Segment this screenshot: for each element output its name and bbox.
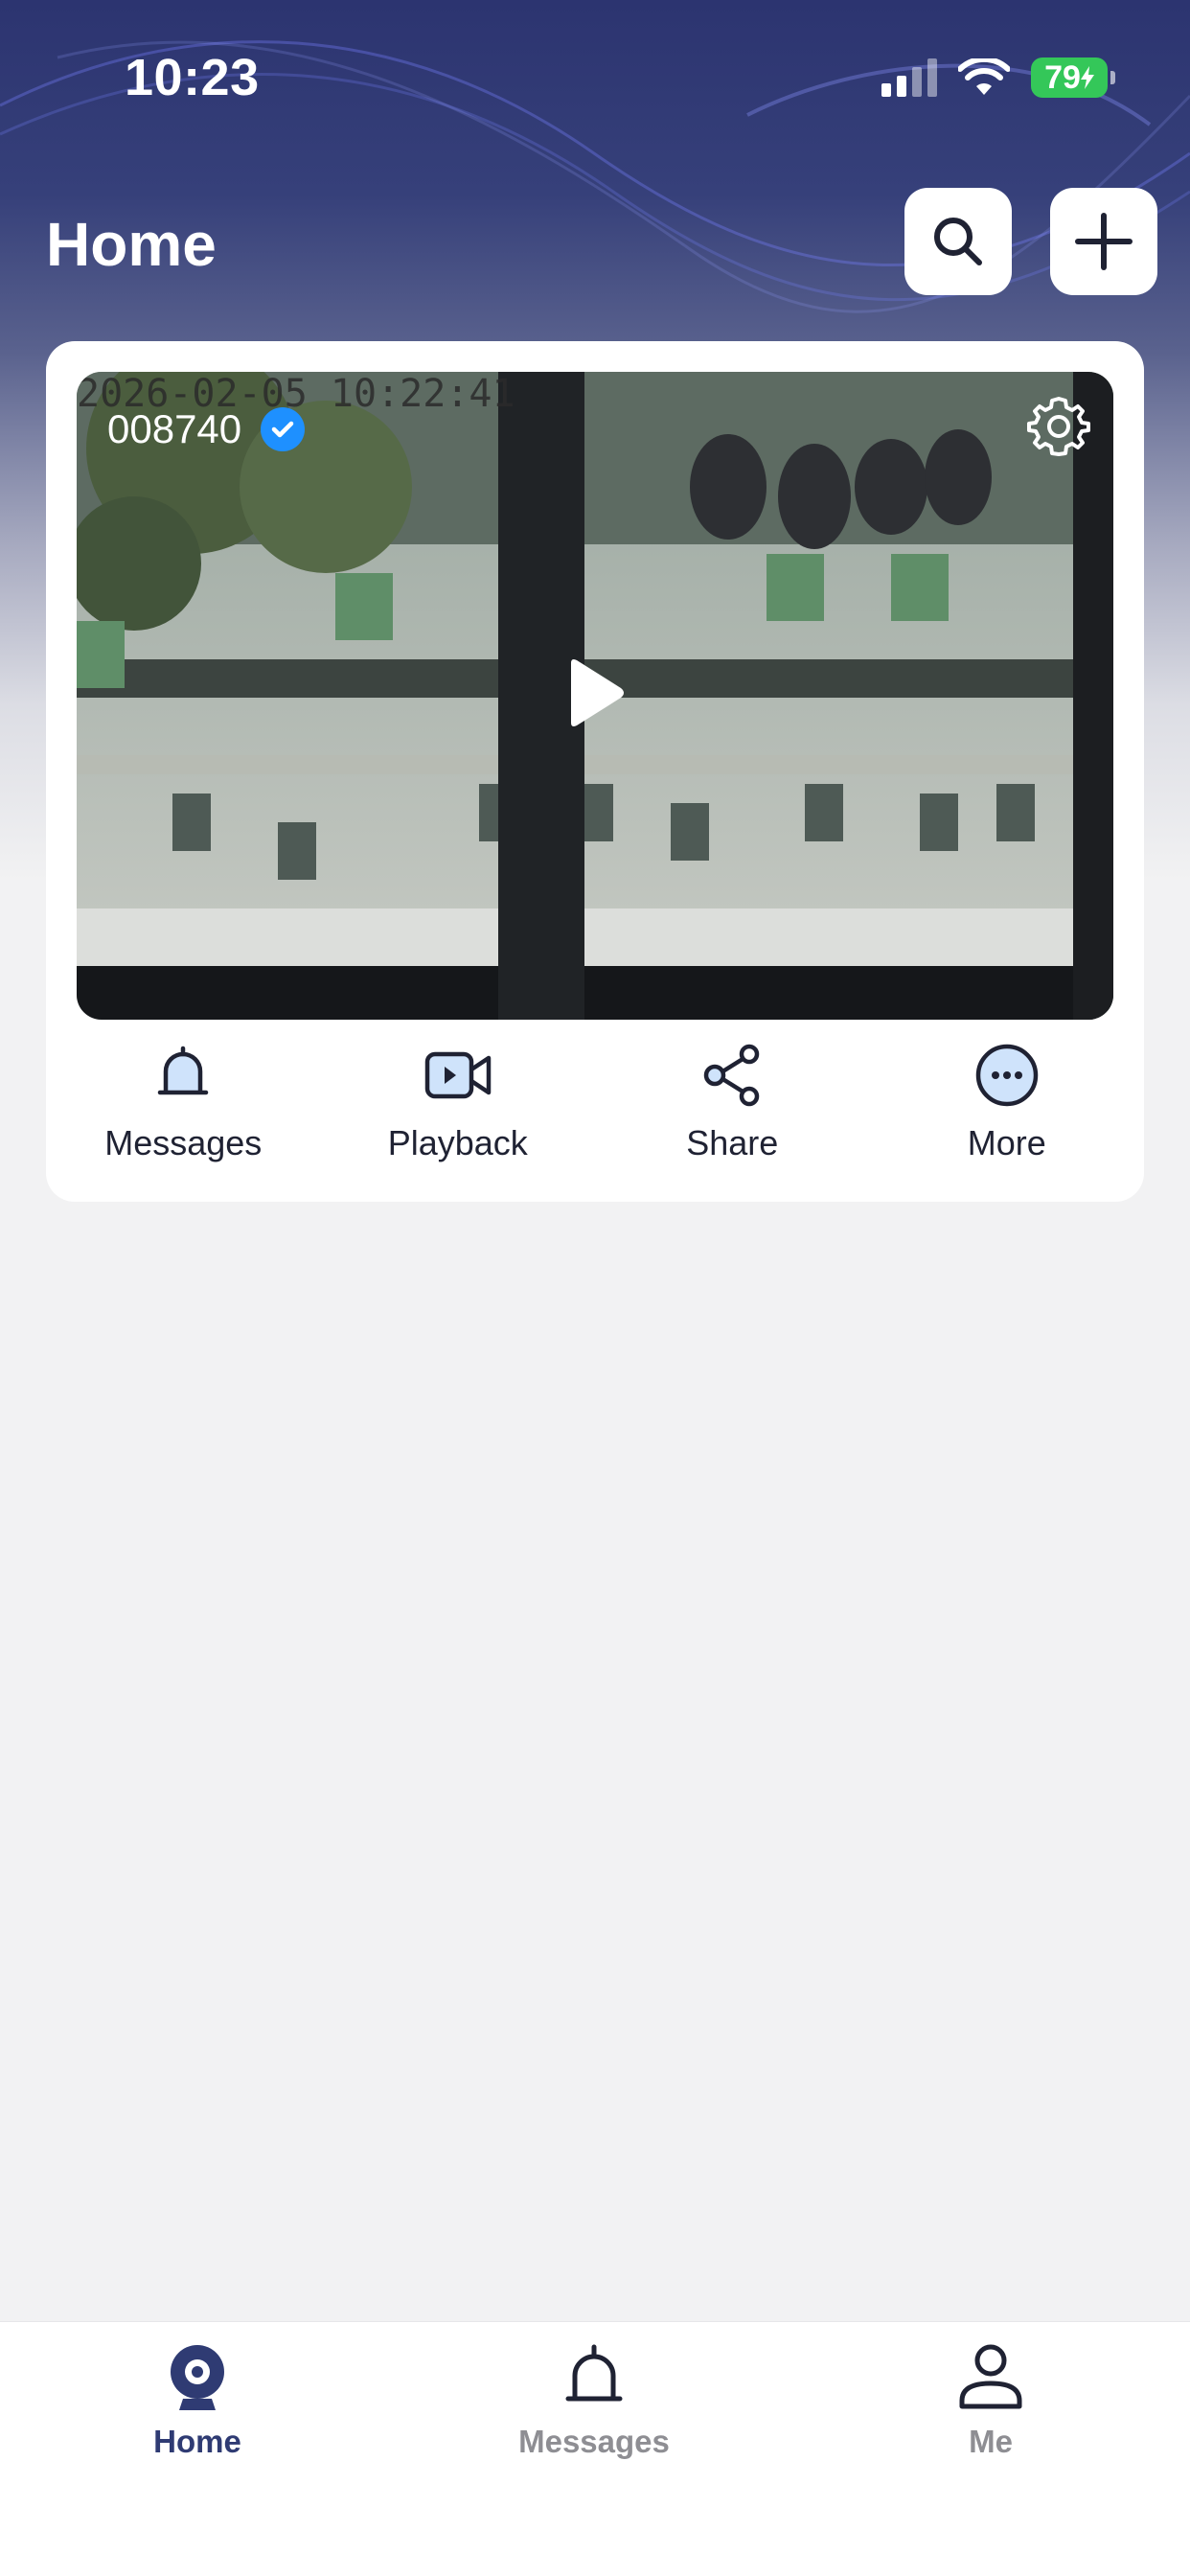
device-actions: Messages Playback Share More: [46, 1039, 1144, 1183]
tab-home-label: Home: [153, 2424, 241, 2459]
action-messages[interactable]: Messages: [46, 1039, 321, 1183]
wifi-icon: [958, 58, 1010, 95]
play-icon[interactable]: [563, 657, 627, 728]
user-icon: [959, 2344, 1022, 2409]
device-card: 2026-02-05 10:22:41 008740 Messages Play…: [46, 341, 1144, 1202]
search-button[interactable]: [904, 188, 1012, 295]
add-device-button[interactable]: [1050, 188, 1157, 295]
camera-icon: [171, 2345, 224, 2410]
action-more[interactable]: More: [870, 1039, 1145, 1183]
cellular-signal-icon: [881, 58, 937, 97]
page-header: Home: [0, 188, 1190, 301]
plus-icon: [1075, 213, 1133, 270]
share-icon: [704, 1044, 760, 1107]
search-icon: [934, 218, 982, 265]
check-badge-icon: [261, 407, 306, 451]
device-name: 008740: [107, 406, 242, 451]
tab-me-label: Me: [969, 2424, 1013, 2459]
action-messages-label: Messages: [104, 1123, 263, 1162]
tab-me[interactable]: Me: [847, 2341, 1134, 2460]
device-name-row: 008740: [107, 406, 306, 452]
charging-bolt-icon: [1080, 66, 1094, 89]
action-more-label: More: [967, 1123, 1046, 1162]
tab-messages[interactable]: Messages: [450, 2341, 738, 2460]
tab-home[interactable]: Home: [54, 2341, 341, 2460]
action-share[interactable]: Share: [595, 1039, 870, 1183]
action-playback[interactable]: Playback: [321, 1039, 596, 1183]
bottom-tab-bar: Home Messages Me: [0, 2321, 1190, 2576]
gear-icon[interactable]: [1025, 393, 1092, 460]
camera-preview[interactable]: 2026-02-05 10:22:41 008740: [77, 372, 1113, 1020]
battery-indicator: 79: [1031, 58, 1115, 98]
bell-icon: [565, 2344, 623, 2402]
status-time: 10:23: [125, 49, 260, 106]
tab-messages-label: Messages: [518, 2424, 670, 2459]
status-icons: 79: [881, 58, 1115, 98]
video-camera-icon: [424, 1051, 491, 1099]
action-share-label: Share: [686, 1123, 779, 1162]
status-bar: 10:23 79: [0, 0, 1190, 153]
bell-icon: [158, 1046, 209, 1095]
battery-level: 79: [1044, 58, 1081, 96]
action-playback-label: Playback: [387, 1123, 528, 1162]
page-title: Home: [46, 210, 217, 279]
more-dots-icon: [975, 1044, 1038, 1107]
